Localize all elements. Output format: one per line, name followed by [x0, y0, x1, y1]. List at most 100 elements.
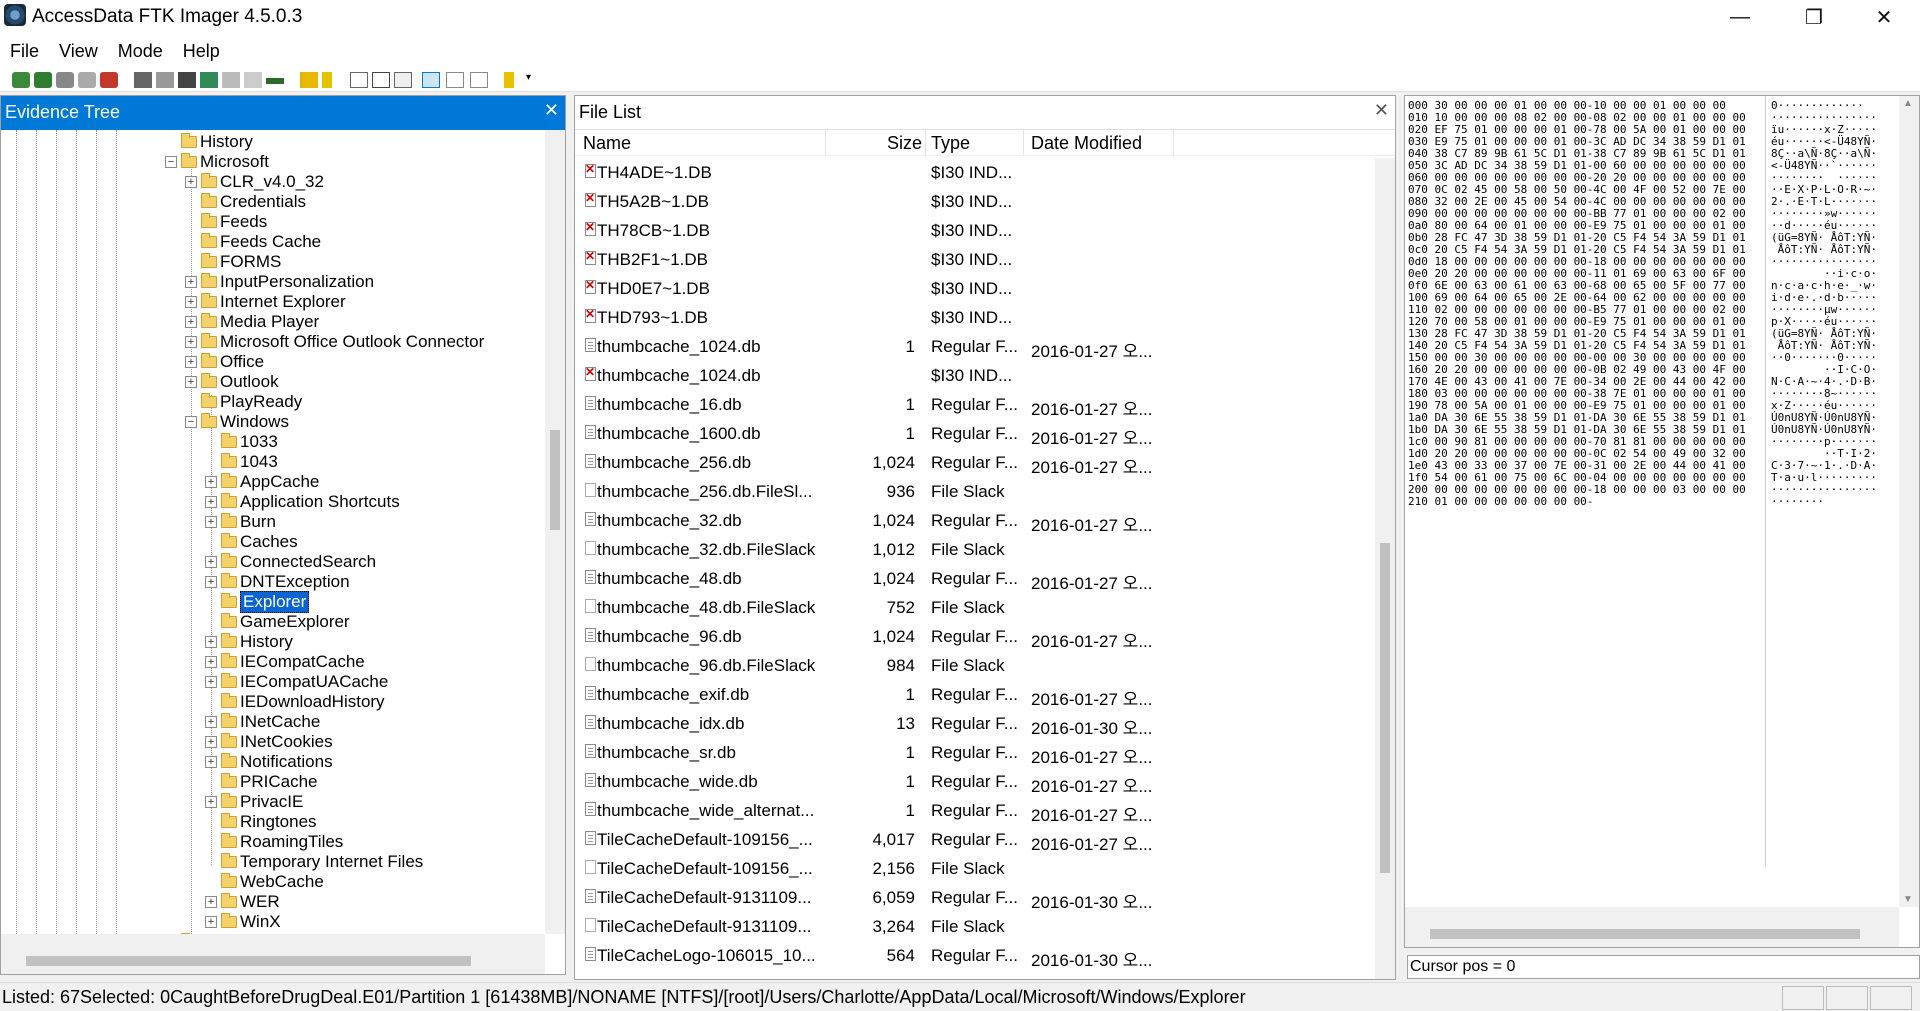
tree-item[interactable]: − Microsoft	[165, 152, 269, 172]
tree-item-label[interactable]: IECompatUACache	[240, 672, 388, 692]
hex-line[interactable]: 200 00 00 00 00 00 00 00 00-18 00 00 00 …	[1408, 483, 1746, 496]
tree-item-label[interactable]: WebCache	[240, 872, 324, 892]
scrollbar-thumb[interactable]	[550, 430, 560, 530]
ascii-line[interactable]: 8Ç··a\Ñ·8Ç··a\Ñ·	[1771, 147, 1877, 160]
hex-line[interactable]: 0d0 18 00 00 00 00 00 00 00-18 00 00 00 …	[1408, 255, 1746, 268]
remove-evidence-icon[interactable]	[78, 72, 96, 88]
hex-horizontal-scrollbar[interactable]	[1405, 907, 1899, 947]
create-disk-image-icon[interactable]	[134, 72, 152, 88]
ascii-line[interactable]: ··I·C·O·	[1771, 363, 1877, 376]
table-row[interactable]: thumbcache_48.db.FileSlack 752 File Slack	[575, 593, 1375, 622]
table-row[interactable]: thumbcache_1600.db 1 Regular F... 2016-01-2…	[575, 419, 1375, 448]
tree-item[interactable]: + PrivacIE	[205, 792, 303, 812]
obtain-protected-files-icon[interactable]	[300, 72, 318, 88]
ascii-line[interactable]: T·a·u·l·········	[1771, 471, 1877, 484]
hex-view-icon[interactable]	[470, 72, 488, 88]
tree-item-label[interactable]: Temporary Internet Files	[240, 852, 423, 872]
maximize-button[interactable]: ❐	[1784, 0, 1844, 34]
tree-item[interactable]: PlayReady	[185, 392, 302, 412]
hex-line[interactable]: 190 78 00 5A 00 01 00 00 00-E9 75 01 00 …	[1408, 399, 1746, 412]
column-divider[interactable]	[1173, 130, 1174, 156]
tree-item[interactable]: + Microsoft Office Outlook Connector	[185, 332, 484, 352]
expand-icon[interactable]: +	[205, 676, 217, 688]
ascii-line[interactable]: 0·············	[1771, 99, 1864, 112]
tree-item[interactable]: + InputPersonalization	[185, 272, 374, 292]
tree-item[interactable]: + DNTException	[205, 572, 350, 592]
tree-item[interactable]: + Outlook	[185, 372, 279, 392]
export-disk-image-icon[interactable]	[156, 72, 174, 88]
create-custom-content-icon[interactable]	[222, 72, 240, 88]
scrollbar-thumb[interactable]	[1380, 543, 1390, 873]
table-row[interactable]: thumbcache_idx.db 13 Regular F... 2016-01-3…	[575, 709, 1375, 738]
table-row[interactable]: THD793~1.DB $I30 IND...	[575, 303, 1375, 332]
export-logical-image-icon[interactable]	[178, 72, 196, 88]
table-row[interactable]: TileCacheLogo-106015_10... 564 Regular F..…	[575, 941, 1375, 970]
table-row[interactable]: thumbcache_256.db.FileSl... 936 File Slack	[575, 477, 1375, 506]
auto-view-icon[interactable]	[422, 72, 440, 88]
tree-item[interactable]: + WinX	[205, 912, 281, 932]
table-row[interactable]: thumbcache_96.db 1,024 Regular F... 2016-01…	[575, 622, 1375, 651]
expand-icon[interactable]: +	[205, 476, 217, 488]
ascii-line[interactable]: ÅôT:YÑ· ÅôT:YÑ·	[1771, 339, 1877, 352]
tree-item-label[interactable]: AppCache	[240, 472, 319, 492]
expand-icon[interactable]: +	[185, 296, 197, 308]
expand-icon[interactable]: +	[205, 716, 217, 728]
expand-icon[interactable]: +	[185, 316, 197, 328]
tree-item-label[interactable]: History	[200, 132, 253, 152]
tree-item[interactable]: GameExplorer	[205, 612, 350, 632]
table-row[interactable]: thumbcache_exif.db 1 Regular F... 2016-01-2…	[575, 680, 1375, 709]
tree-item[interactable]: 1043	[205, 452, 278, 472]
memory-capture-icon[interactable]	[266, 78, 284, 84]
scrollbar-thumb[interactable]	[1430, 929, 1860, 939]
ascii-line[interactable]: (üG=8YÑ· ÅôT:YÑ·	[1771, 231, 1877, 244]
tree-item-label[interactable]: 1043	[240, 452, 278, 472]
hex-line[interactable]: 120 70 00 58 00 01 00 00 00-E9 75 01 00 …	[1408, 315, 1746, 328]
tree-item[interactable]: + IECompatCache	[205, 652, 365, 672]
column-name[interactable]: Name	[583, 133, 631, 154]
tree-item[interactable]: Explorer	[205, 591, 310, 613]
table-row[interactable]: thumbcache_48.db 1,024 Regular F... 2016-01…	[575, 564, 1375, 593]
tree-item-label[interactable]: Feeds	[220, 212, 267, 232]
table-row[interactable]: thumbcache_16.db 1 Regular F... 2016-01-27 …	[575, 390, 1375, 419]
expand-icon[interactable]: +	[185, 376, 197, 388]
expand-icon[interactable]: +	[205, 916, 217, 928]
tree-item-label[interactable]: Caches	[240, 532, 298, 552]
export-files-icon[interactable]	[350, 72, 368, 88]
tree-item-label[interactable]: PRICache	[240, 772, 317, 792]
add-evidence-icon[interactable]	[12, 72, 30, 88]
ascii-line[interactable]: <-Ü48YÑ··`······	[1771, 159, 1877, 172]
table-row[interactable]: thumbcache_96.db.FileSlack 984 File Slack	[575, 651, 1375, 680]
tree-item-label[interactable]: PrivacIE	[240, 792, 303, 812]
tree-item[interactable]: + Burn	[205, 512, 276, 532]
expand-icon[interactable]: +	[205, 556, 217, 568]
menu-mode[interactable]: Mode	[108, 35, 173, 68]
evidence-tree[interactable]: History − Microsoft + CLR_v4.0_32 Credentials…	[1, 130, 545, 934]
table-row[interactable]: TileCacheDefault-9131109... 3,264 File Sla…	[575, 912, 1375, 941]
table-row[interactable]: thumbcache_32.db 1,024 Regular F... 2016-01…	[575, 506, 1375, 535]
scroll-up-icon[interactable]: ▲	[1903, 98, 1913, 109]
tree-item-label[interactable]: Feeds Cache	[220, 232, 321, 252]
add-to-custom-content-icon[interactable]	[200, 72, 218, 88]
ascii-line[interactable]: ········ ······	[1771, 171, 1877, 184]
hex-line[interactable]: 020 EF 75 01 00 00 00 01 00-78 00 5A 00 …	[1408, 123, 1746, 136]
ascii-line[interactable]: i·d·e·.·d·b·····	[1771, 291, 1877, 304]
hex-vertical-scrollbar[interactable]: ▲ ▼	[1899, 96, 1919, 907]
tree-item[interactable]: History	[165, 132, 253, 152]
expand-icon[interactable]: +	[205, 796, 217, 808]
ascii-line[interactable]: ················	[1771, 111, 1877, 124]
hex-line[interactable]: 0c0 20 C5 F4 54 3A 59 D1 01-20 C5 F4 54 …	[1408, 243, 1746, 256]
hex-line[interactable]: 210 01 00 00 00 00 00 00 00-	[1408, 495, 1593, 508]
tree-item-label[interactable]: Notifications	[240, 752, 333, 772]
tree-item[interactable]: + Media Player	[185, 312, 319, 332]
ascii-line[interactable]: Ú0nU8YÑ·Ú0nU8YÑ·	[1771, 423, 1877, 436]
tree-item[interactable]: + History	[205, 632, 293, 652]
table-row[interactable]: thumbcache_wide_alternat... 1 Regular F...…	[575, 796, 1375, 825]
hex-line[interactable]: 150 00 00 30 00 00 00 00 00-00 00 30 00 …	[1408, 351, 1746, 364]
hex-line[interactable]: 160 20 20 00 00 00 00 00 00-0B 02 49 00 …	[1408, 363, 1746, 376]
hex-line[interactable]: 1a0 DA 30 6E 55 38 59 D1 01-DA 30 6E 55 …	[1408, 411, 1746, 424]
hex-view[interactable]: 000 30 00 00 00 01 00 00 00-10 00 00 01 …	[1405, 96, 1899, 907]
tree-item-label[interactable]: WinX	[240, 912, 281, 932]
remove-all-evidence-icon[interactable]	[100, 72, 118, 88]
expand-icon[interactable]: +	[185, 336, 197, 348]
column-date-modified[interactable]: Date Modified	[1031, 133, 1142, 154]
